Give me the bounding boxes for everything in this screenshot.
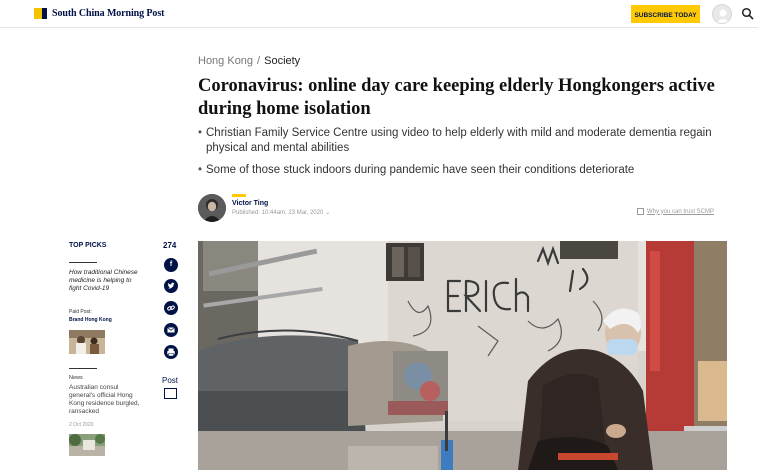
chevron-down-icon[interactable]: ⌄ [325,210,330,216]
divider [69,368,97,369]
published-text: Published: 10:44am, 23 Mar, 2020 [232,210,324,216]
email-icon[interactable] [164,323,178,337]
top-picks-heading: TOP PICKS [69,242,107,249]
author-name[interactable]: Victor Ting [232,200,268,207]
breadcrumb-separator: / [257,55,261,67]
trust-link[interactable]: Why you can trust SCMP [637,208,714,215]
share-count: 274 [163,241,177,250]
author-avatar[interactable] [198,194,226,222]
site-logo[interactable]: South China Morning Post [34,8,164,19]
summary-bullet: Christian Family Service Centre using vi… [198,126,718,156]
logo-mark-icon [34,8,47,19]
post-comment-label[interactable]: Post [162,376,178,385]
twitter-icon[interactable] [164,279,178,293]
logo-text: South China Morning Post [52,8,165,19]
article-headline: Coronavirus: online day care keeping eld… [198,76,715,119]
facebook-icon[interactable]: f [164,258,178,272]
paid-post-label: Paid Post: [69,309,92,315]
top-pick-thumbnail[interactable] [69,330,105,354]
summary-bullet: Some of those stuck indoors during pande… [198,163,718,178]
shield-icon [637,208,644,215]
breadcrumb-section-link[interactable]: Hong Kong [198,55,253,67]
comment-icon[interactable] [164,388,177,399]
divider [69,262,97,263]
news-thumbnail[interactable] [69,434,105,456]
author-accent-bar [232,194,246,197]
news-date: 2 Oct 2020 [69,422,94,428]
article-summary: Christian Family Service Centre using vi… [198,126,718,185]
print-icon[interactable] [164,345,178,359]
search-icon[interactable] [741,7,754,20]
link-icon[interactable] [164,301,178,315]
news-link[interactable]: Australian consul general's official Hon… [69,384,141,416]
published-date: Published: 10:44am, 23 Mar, 2020 ⌄ [232,209,330,216]
user-avatar-icon[interactable] [712,4,732,24]
breadcrumb-current-link[interactable]: Society [264,55,300,67]
top-bar: South China Morning Post SUBSCRIBE TODAY [0,0,758,28]
subscribe-button[interactable]: SUBSCRIBE TODAY [631,5,700,23]
top-pick-link[interactable]: How traditional Chinese medicine is help… [69,269,141,293]
breadcrumb: Hong Kong / Society [198,55,300,67]
news-label: News [69,375,83,381]
paid-post-brand: Brand Hong Kong [69,317,112,323]
hero-image [198,241,727,470]
trust-link-label: Why you can trust SCMP [647,208,715,215]
